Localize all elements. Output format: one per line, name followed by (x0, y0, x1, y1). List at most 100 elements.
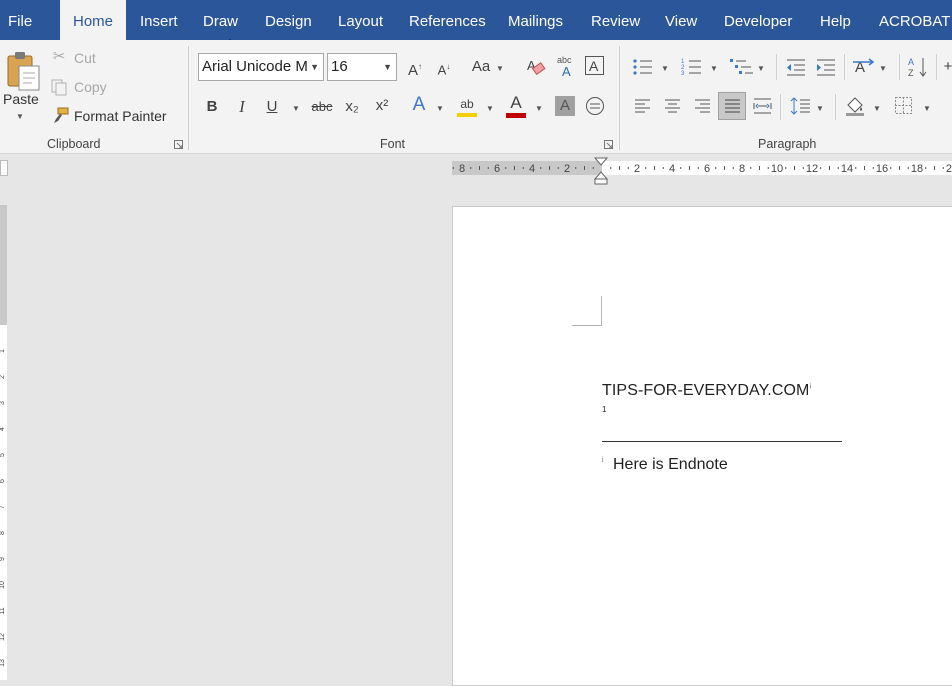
text-effects-button[interactable]: A (408, 95, 430, 114)
svg-text:A: A (589, 58, 599, 74)
vertical-ruler[interactable]: 12345678910111213 (0, 205, 7, 680)
ruler-tick-label: 8 (459, 163, 465, 175)
decrease-indent-icon[interactable] (785, 57, 807, 77)
tab-file[interactable]: File (8, 0, 32, 40)
line-spacing-icon[interactable] (790, 96, 812, 116)
clear-formatting-icon[interactable]: A (526, 57, 546, 77)
superscript-button[interactable]: x² (371, 97, 393, 115)
align-center-icon[interactable] (664, 98, 682, 114)
change-case-dropdown-icon[interactable]: ▼ (496, 64, 504, 73)
character-border-icon[interactable]: A (584, 55, 606, 77)
tab-help[interactable]: Help (820, 0, 851, 40)
scissors-icon: ✂ (52, 48, 66, 65)
font-launcher-icon[interactable] (604, 140, 614, 150)
highlight-color-bar (457, 113, 477, 117)
clipboard-launcher-icon[interactable] (174, 140, 184, 150)
distributed-icon[interactable] (753, 96, 773, 116)
font-size-combo[interactable]: 16 ▼ (327, 53, 397, 81)
multilevel-list-icon[interactable] (730, 57, 754, 77)
ruler-tick-label: 12 (806, 163, 818, 175)
ribbon-separator (936, 54, 937, 80)
asian-layout-icon[interactable]: A (853, 56, 875, 78)
sort-icon[interactable]: A Z (908, 55, 930, 79)
underline-button[interactable]: U (263, 98, 281, 116)
grow-font-button[interactable]: A↑ (405, 58, 425, 80)
increase-indent-icon[interactable] (815, 57, 837, 77)
tab-layout[interactable]: Layout (338, 0, 383, 40)
endnote-text[interactable]: Here is Endnote (613, 456, 728, 474)
horizontal-ruler[interactable]: 8 6 4 2 2 4 6 8 10 12 14 16 18 20 (452, 158, 952, 178)
borders-dropdown-icon[interactable]: ▼ (923, 104, 931, 113)
ruler-tick-label: 2 (564, 163, 570, 175)
enclose-characters-icon[interactable] (585, 96, 605, 116)
bullets-icon[interactable] (632, 57, 654, 77)
borders-icon[interactable] (894, 96, 914, 116)
align-right-icon[interactable] (694, 98, 712, 114)
chevron-down-icon[interactable]: ▼ (310, 54, 319, 80)
character-shading-label: A (559, 97, 570, 114)
format-painter-button[interactable]: Format Painter (50, 106, 180, 126)
body-text: TIPS-FOR-EVERYDAY.COM (602, 382, 810, 399)
tab-review[interactable]: Review (591, 0, 640, 40)
paste-dropdown-icon[interactable]: ▼ (16, 112, 24, 121)
ruler-tick-label: 11 (0, 607, 6, 614)
cut-button[interactable]: ✂ Cut (50, 48, 120, 68)
tab-insert[interactable]: Insert (140, 0, 178, 40)
change-case-button[interactable]: Aa (470, 58, 492, 76)
highlight-button[interactable]: ab (455, 95, 479, 119)
font-color-button[interactable]: A (504, 94, 528, 120)
document-body-text[interactable]: TIPS-FOR-EVERYDAY.COMi (602, 382, 811, 400)
format-painter-label: Format Painter (74, 108, 167, 124)
tab-acrobat[interactable]: ACROBAT (879, 0, 950, 40)
font-color-dropdown-icon[interactable]: ▼ (535, 104, 543, 113)
italic-button[interactable]: I (233, 98, 251, 116)
subscript-button[interactable]: x₂ (341, 98, 363, 116)
svg-text:3: 3 (681, 71, 685, 77)
highlight-dropdown-icon[interactable]: ▼ (486, 104, 494, 113)
font-name-combo[interactable]: Arial Unicode M ▼ (198, 53, 324, 81)
paragraph-shading-dropdown-icon[interactable]: ▼ (873, 104, 881, 113)
ruler-tick-label: 4 (669, 163, 675, 175)
character-shading-button[interactable]: A (555, 96, 575, 116)
underline-dropdown-icon[interactable]: ▼ (292, 104, 300, 113)
bullets-dropdown-icon[interactable]: ▼ (661, 64, 669, 73)
tab-mailings[interactable]: Mailings (508, 0, 563, 40)
tab-home[interactable]: Home (60, 0, 126, 40)
tab-selector[interactable] (0, 160, 8, 176)
line-spacing-dropdown-icon[interactable]: ▼ (816, 104, 824, 113)
document-page[interactable]: TIPS-FOR-EVERYDAY.COMi 1 i Here is Endno… (452, 206, 952, 686)
phonetic-guide-icon[interactable]: abc A (556, 54, 576, 78)
copy-button[interactable]: Copy (50, 77, 130, 97)
tab-view[interactable]: View (665, 0, 697, 40)
endnote-reference-mark[interactable]: i (809, 384, 811, 391)
justify-button[interactable] (718, 92, 746, 120)
bold-button[interactable]: B (203, 98, 221, 116)
paintbrush-icon (54, 107, 69, 123)
ruler-tick-label: 16 (876, 163, 888, 175)
tab-draw[interactable]: Draw (203, 0, 238, 40)
paragraph-group-label: Paragraph (758, 137, 817, 151)
tab-design[interactable]: Design (265, 0, 312, 40)
indent-marker-icon[interactable] (594, 157, 608, 185)
shrink-font-button[interactable]: A↓ (434, 58, 454, 79)
asian-layout-dropdown-icon[interactable]: ▼ (879, 64, 887, 73)
tab-references[interactable]: References (409, 0, 486, 40)
ruler-tick-label: 6 (494, 163, 500, 175)
ruler-tick-label: 4 (529, 163, 535, 175)
multilevel-list-dropdown-icon[interactable]: ▼ (757, 64, 765, 73)
font-color-label: A (510, 93, 522, 112)
paragraph-shading-icon[interactable] (844, 95, 866, 117)
paste-button[interactable]: Paste ▼ (3, 48, 42, 128)
ribbon-separator (899, 54, 900, 80)
text-effects-dropdown-icon[interactable]: ▼ (436, 104, 444, 113)
show-formatting-marks-icon[interactable]: + (942, 58, 952, 76)
svg-text:A: A (908, 57, 914, 67)
numbering-dropdown-icon[interactable]: ▼ (710, 64, 718, 73)
numbering-icon[interactable]: 1 2 3 (681, 57, 703, 77)
align-left-icon[interactable] (634, 98, 652, 114)
tab-developer[interactable]: Developer (724, 0, 792, 40)
ribbon-separator (619, 46, 620, 150)
chevron-down-icon[interactable]: ▼ (383, 54, 392, 80)
ruler-tick-label: 2 (634, 163, 640, 175)
strikethrough-button[interactable]: abc (310, 98, 334, 116)
